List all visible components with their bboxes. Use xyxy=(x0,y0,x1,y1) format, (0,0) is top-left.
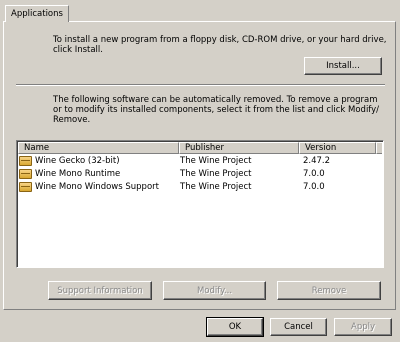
program-publisher: The Wine Project xyxy=(180,181,252,192)
tab-applications[interactable]: Applications xyxy=(5,5,69,22)
install-button-label: Install... xyxy=(326,61,360,71)
ok-button[interactable]: OK xyxy=(206,317,264,337)
cancel-button[interactable]: Cancel xyxy=(270,318,327,336)
program-name: Wine Mono Windows Support xyxy=(35,181,159,192)
modify-button[interactable]: Modify... xyxy=(163,281,266,300)
program-version: 2.47.2 xyxy=(303,155,331,166)
install-description: To install a new program from a floppy d… xyxy=(53,35,387,55)
column-header-publisher[interactable]: Publisher xyxy=(179,142,299,154)
list-header: Name Publisher Version xyxy=(18,142,382,154)
package-icon xyxy=(19,168,32,179)
modify-label: Modify... xyxy=(196,285,233,296)
installed-programs-list[interactable]: Name Publisher Version Wine Gecko (32-bi… xyxy=(16,140,384,268)
package-icon xyxy=(19,181,32,192)
package-icon xyxy=(19,155,32,166)
section-divider xyxy=(16,84,385,86)
remove-label: Remove xyxy=(311,285,347,296)
list-item[interactable]: Wine Mono Runtime The Wine Project 7.0.0 xyxy=(18,167,382,180)
program-version: 7.0.0 xyxy=(303,181,325,192)
column-header-name[interactable]: Name xyxy=(18,142,179,154)
program-publisher: The Wine Project xyxy=(180,155,252,166)
remove-button[interactable]: Remove xyxy=(277,281,381,300)
cancel-label: Cancel xyxy=(284,322,313,332)
column-header-filler xyxy=(376,142,382,154)
support-information-label: Support Information xyxy=(57,285,143,296)
support-information-button[interactable]: Support Information xyxy=(48,281,152,300)
ok-label: OK xyxy=(228,322,242,332)
install-button[interactable]: Install... xyxy=(304,57,382,75)
program-publisher: The Wine Project xyxy=(180,168,252,179)
tab-applications-label: Applications xyxy=(11,9,63,19)
remove-description: The following software can be automatica… xyxy=(53,95,380,125)
list-item[interactable]: Wine Gecko (32-bit) The Wine Project 2.4… xyxy=(18,154,382,167)
program-name: Wine Gecko (32-bit) xyxy=(35,155,120,166)
apply-button[interactable]: Apply xyxy=(334,318,392,336)
column-header-version[interactable]: Version xyxy=(299,142,376,154)
program-version: 7.0.0 xyxy=(303,168,325,179)
program-name: Wine Mono Runtime xyxy=(35,168,121,179)
list-item[interactable]: Wine Mono Windows Support The Wine Proje… xyxy=(18,180,382,193)
apply-label: Apply xyxy=(351,322,375,332)
